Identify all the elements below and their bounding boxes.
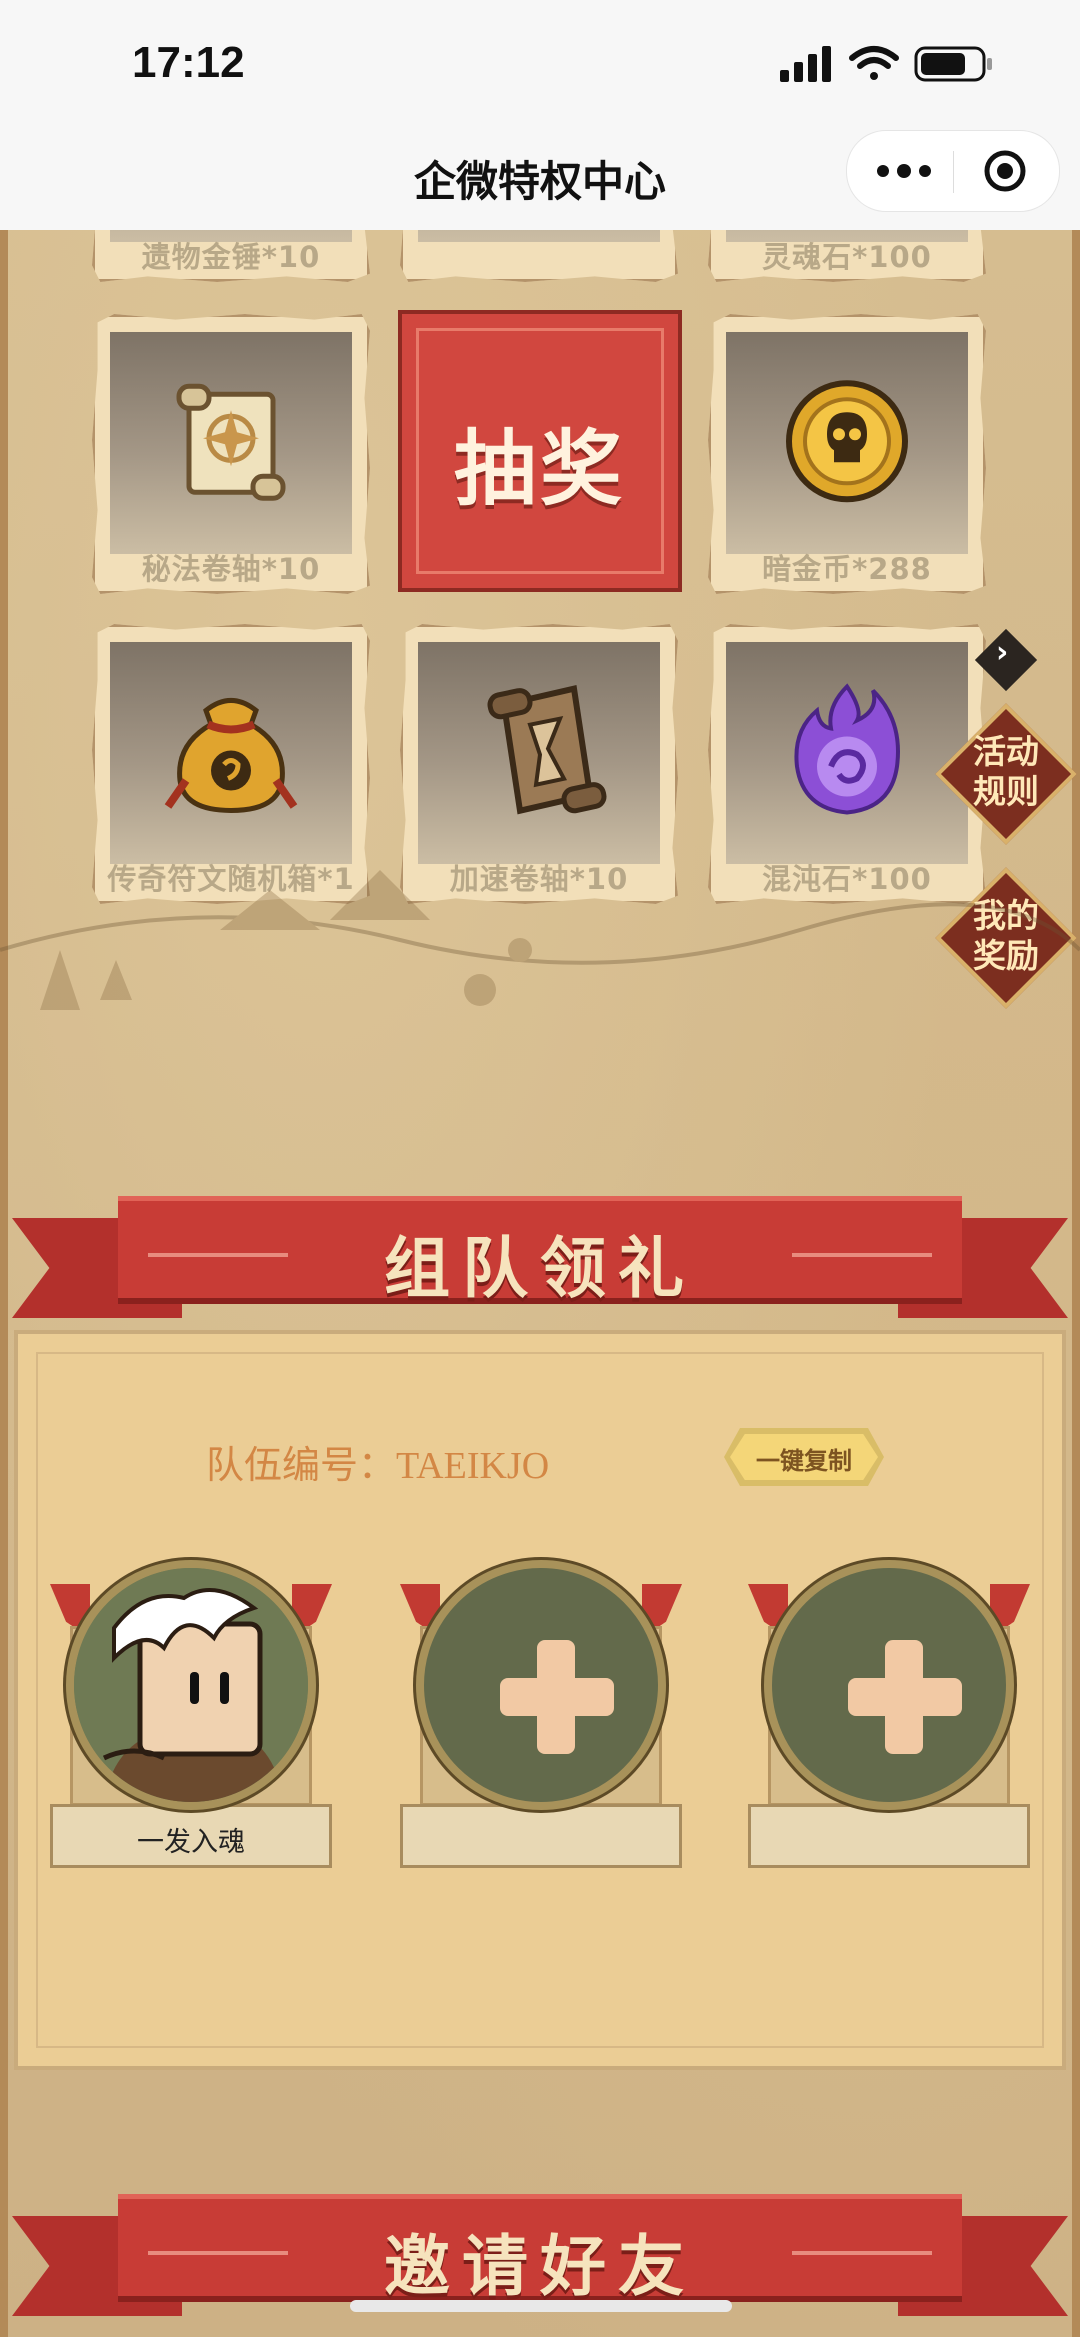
team-banner-title: 组队领礼 — [384, 1230, 696, 1307]
add-member-button[interactable] — [416, 1560, 666, 1810]
prize-card: 遗物金锤*10 — [92, 230, 370, 282]
prize-label: 遗物金锤*10 — [141, 240, 321, 274]
prize-label: 灵魂石*100 — [762, 240, 932, 274]
target-circle-icon[interactable] — [983, 149, 1027, 193]
prize-label: 秘法卷轴*10 — [141, 552, 321, 586]
team-member-slot-empty[interactable] — [400, 1556, 682, 1876]
plus-icon-bar — [500, 1678, 614, 1716]
prize-card: 暗金币*288 — [708, 314, 986, 594]
capsule-divider — [953, 151, 954, 193]
mini-program-capsule — [846, 130, 1060, 212]
status-time: 17:12 — [132, 38, 245, 87]
lottery-label: 抽奖 — [453, 422, 626, 517]
wifi-icon — [849, 46, 899, 80]
skull-coin-icon — [782, 376, 912, 510]
signal-icon — [780, 46, 831, 82]
activity-rules-button[interactable]: 活动规则 — [935, 703, 1077, 845]
prize-card: 秘法卷轴*10 — [92, 314, 370, 594]
copy-code-button[interactable]: 一键复制 — [724, 1428, 884, 1486]
team-member-slot[interactable]: 一发入魂 — [50, 1556, 332, 1876]
battery-icon — [914, 46, 992, 82]
avatar — [66, 1560, 316, 1810]
more-dots-icon[interactable] — [869, 153, 939, 189]
rune-bag-icon — [156, 680, 306, 824]
banner-main: 邀请好友 — [118, 2194, 962, 2305]
prize-label: 暗金币*288 — [762, 552, 932, 586]
prize-card — [400, 230, 678, 282]
team-member-slot-empty[interactable] — [748, 1556, 1030, 1876]
prize-card: 灵魂石*100 — [708, 230, 986, 282]
copy-button-label: 一键复制 — [756, 1447, 852, 1475]
status-icons — [780, 42, 1000, 90]
plus-icon-bar — [848, 1678, 962, 1716]
activity-rules-label: 活动规则 — [973, 732, 1039, 811]
add-member-button[interactable] — [764, 1560, 1014, 1810]
slot-nameplate — [400, 1804, 682, 1868]
invite-banner-title: 邀请好友 — [384, 2228, 696, 2305]
banner-main: 组队领礼 — [118, 1196, 962, 1307]
invite-banner: 邀请好友 — [0, 2194, 1080, 2334]
scroll-icon — [161, 376, 301, 510]
hourglass-scroll-icon — [464, 675, 614, 829]
member-name: 一发入魂 — [137, 1827, 245, 1858]
slot-nameplate — [748, 1804, 1030, 1868]
team-banner: 组队领礼 — [0, 1196, 1080, 1336]
nav-bar: 企微特权中心 — [0, 130, 1080, 230]
status-bar: 17:12 — [0, 0, 1080, 130]
home-indicator — [350, 2300, 732, 2312]
lottery-button[interactable]: 抽奖 — [398, 310, 682, 592]
chaos-stone-icon — [787, 680, 907, 824]
chevron-right-icon: › — [996, 635, 1009, 671]
map-scenery — [0, 830, 1080, 1030]
team-code-text: 队伍编号：TAEIKJO — [206, 1445, 550, 1487]
